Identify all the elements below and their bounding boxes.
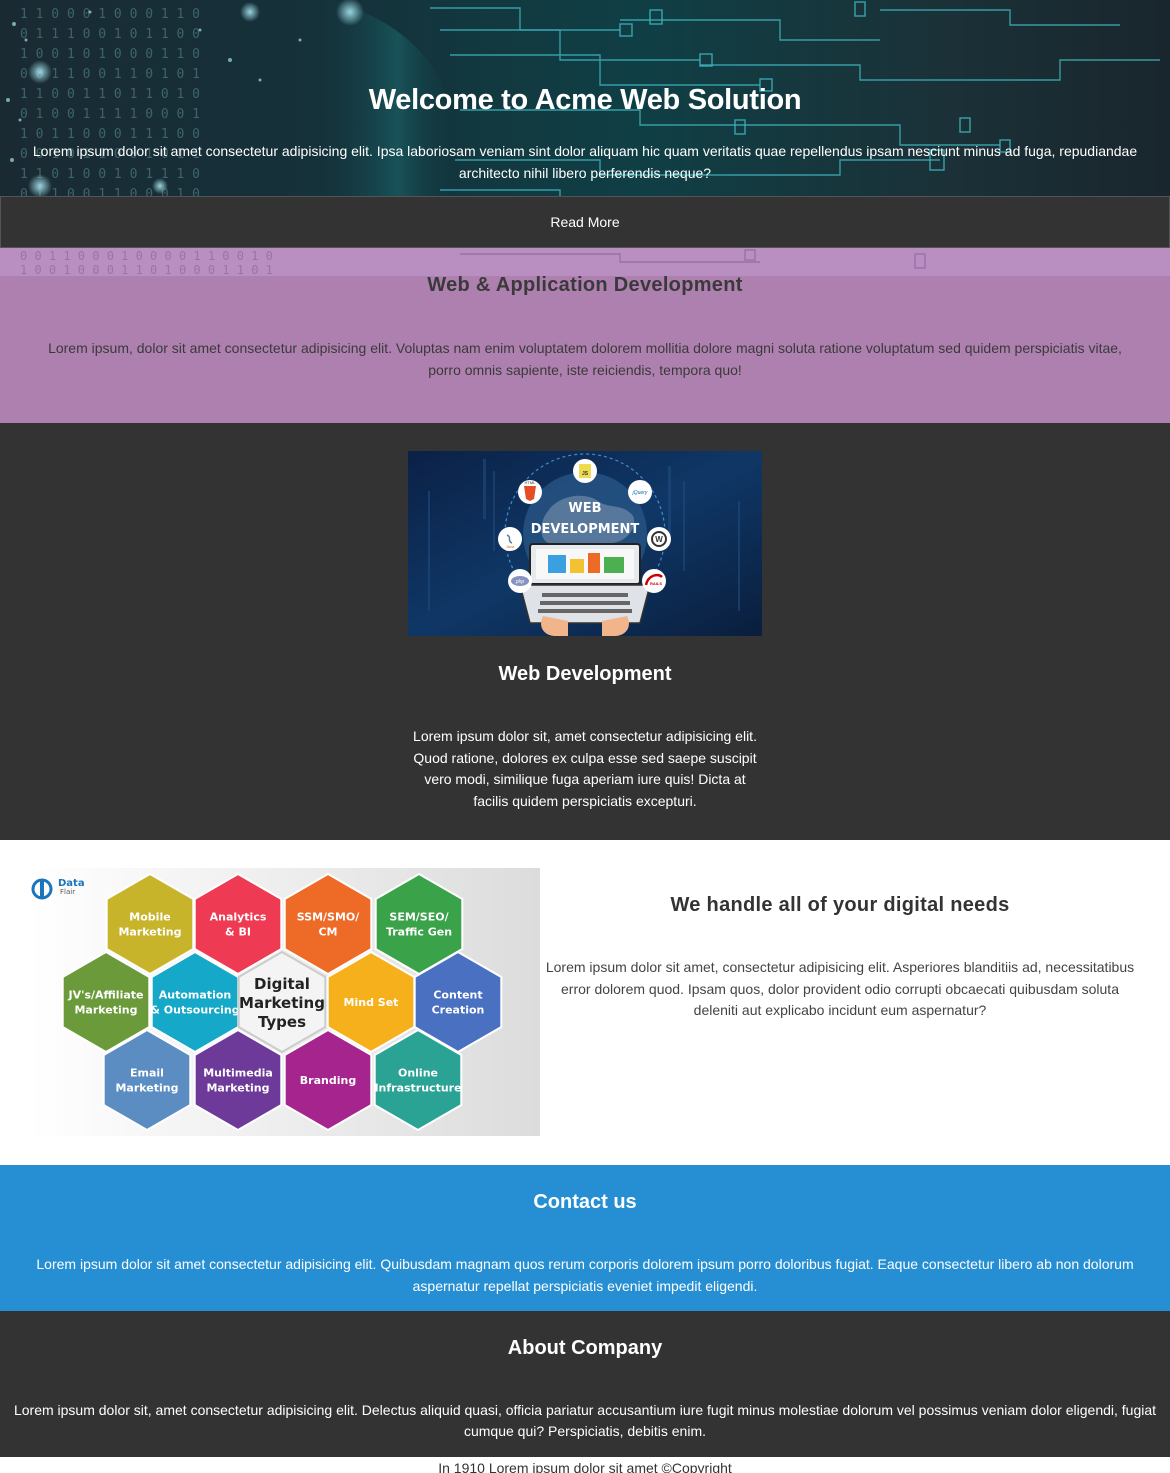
hexagon-label: Content bbox=[433, 989, 482, 1002]
html5-icon: HTML bbox=[518, 480, 542, 504]
svg-text:0 0 1 1 0 0 0 1 0 0 0 0 1 1 0: 0 0 1 1 0 0 0 1 0 0 0 0 1 1 0 0 1 0 bbox=[20, 249, 273, 263]
hexagon-label: Online bbox=[398, 1067, 438, 1080]
wordpress-icon: W bbox=[647, 527, 671, 551]
read-more-button[interactable]: Read More bbox=[0, 196, 1170, 248]
footer: In 1910 Lorem ipsum dolor sit amet ©Copy… bbox=[0, 1457, 1170, 1473]
web-caption-line2: DEVELOPMENT bbox=[531, 522, 640, 537]
hexagon-label: Analytics bbox=[210, 911, 267, 924]
html5-label: HTML bbox=[525, 480, 537, 485]
copyright-text: In 1910 Lorem ipsum dolor sit amet ©Copy… bbox=[438, 1460, 732, 1473]
contact-text: Lorem ipsum dolor sit amet consectetur a… bbox=[36, 1256, 1134, 1294]
laptop-icon bbox=[519, 543, 651, 636]
svg-text:1 0 0 1 0 1 0 0 0 1 1 0: 1 0 0 1 0 1 0 0 0 1 1 0 bbox=[20, 47, 200, 62]
hexagon-label: SEM/SEO/ bbox=[389, 911, 449, 924]
about-text: Lorem ipsum dolor sit, amet consectetur … bbox=[13, 1402, 1157, 1439]
about-title: About Company bbox=[507, 1337, 663, 1359]
hexagon-label: Marketing bbox=[118, 926, 181, 939]
brand-sub: Flair bbox=[60, 888, 75, 896]
hexagon-label: CM bbox=[318, 926, 337, 939]
hexagon-label: Creation bbox=[432, 1004, 485, 1017]
hexagon-label: Mind Set bbox=[344, 996, 399, 1009]
hexagon-label: Branding bbox=[300, 1074, 356, 1087]
hexagon-label: Marketing bbox=[115, 1082, 178, 1095]
web-caption-line1: WEB bbox=[568, 501, 601, 516]
hexagon-label: SSM/SMO/ bbox=[297, 911, 361, 924]
contact-title: Contact us bbox=[533, 1191, 637, 1213]
hero-text: Lorem ipsum dolor sit amet consectetur a… bbox=[32, 143, 1138, 181]
java-icon: Java bbox=[498, 527, 522, 551]
jquery-label: jQuery bbox=[632, 490, 648, 496]
web-development-title: Web Development bbox=[498, 663, 672, 685]
hexagon-label: & Outsourcing bbox=[150, 1004, 239, 1017]
hexagon-label: Multimedia bbox=[203, 1067, 273, 1080]
web-app-development-section: 0 0 1 1 0 0 0 1 0 0 0 0 1 1 0 0 1 0 1 0 … bbox=[0, 248, 1170, 423]
digital-marketing-types-image: DataFlairMobileMarketingAnalytics& BISSM… bbox=[30, 868, 540, 1136]
php-icon: php bbox=[508, 569, 532, 593]
digital-needs-section: Data Flair Mobile Marketing Analytics & BI SSM… bbox=[0, 840, 1170, 1165]
hexagon-label: Marketing bbox=[74, 1004, 137, 1017]
hexagon-label: Email bbox=[130, 1067, 164, 1080]
svg-text:1 1 0 0 0 1 0 0 0 1 1 0: 1 1 0 0 0 1 0 0 0 1 1 0 bbox=[20, 7, 200, 22]
section-text: Lorem ipsum, dolor sit amet consectetur … bbox=[48, 340, 1122, 378]
about-section: About Company Lorem ipsum dolor sit, ame… bbox=[0, 1311, 1170, 1457]
web-development-image: WEB DEVELOPMENT HTML JS jQuery W Java ph… bbox=[408, 451, 762, 636]
contact-section: Contact us Lorem ipsum dolor sit amet co… bbox=[0, 1165, 1170, 1311]
rails-icon: RAILS bbox=[642, 569, 666, 593]
hexagon-label: Automation bbox=[159, 989, 231, 1002]
js-label: JS bbox=[582, 471, 589, 477]
svg-text:0 1 1 1 0 0 1 0 1 1 0 0: 0 1 1 1 0 0 1 0 1 1 0 0 bbox=[20, 27, 200, 42]
js-icon: JS bbox=[573, 459, 597, 483]
svg-text:W: W bbox=[655, 535, 663, 544]
section-top-fade: 0 0 1 1 0 0 0 1 0 0 0 0 1 1 0 0 1 0 1 0 … bbox=[0, 248, 1170, 276]
center-label: Marketing bbox=[239, 994, 325, 1012]
java-label: Java bbox=[506, 544, 515, 549]
hexagon-label: JV's/Affiliate bbox=[67, 989, 143, 1002]
hexagon-label: Traffic Gen bbox=[386, 926, 452, 939]
digital-needs-text: Lorem ipsum dolor sit amet, consectetur … bbox=[545, 959, 1135, 1018]
section-title: Web & Application Development bbox=[427, 274, 743, 296]
center-label: Types bbox=[258, 1013, 306, 1031]
hexagon-label: & BI bbox=[225, 926, 251, 939]
jquery-icon: jQuery bbox=[628, 480, 652, 504]
hero-title: Welcome to Acme Web Solution bbox=[368, 84, 802, 116]
hexagon-label: Mobile bbox=[129, 911, 170, 924]
digital-needs-title: We handle all of your digital needs bbox=[670, 894, 1010, 916]
web-development-section: WEB DEVELOPMENT HTML JS jQuery W Java ph… bbox=[0, 423, 1170, 840]
hexagon-label: Infrastructure bbox=[374, 1082, 461, 1095]
php-label: php bbox=[515, 579, 525, 585]
rails-label: RAILS bbox=[650, 581, 662, 586]
hexagon-label: Marketing bbox=[206, 1082, 269, 1095]
web-development-text: Lorem ipsum dolor sit, amet consectetur … bbox=[413, 728, 757, 809]
center-label: Digital bbox=[254, 975, 310, 993]
